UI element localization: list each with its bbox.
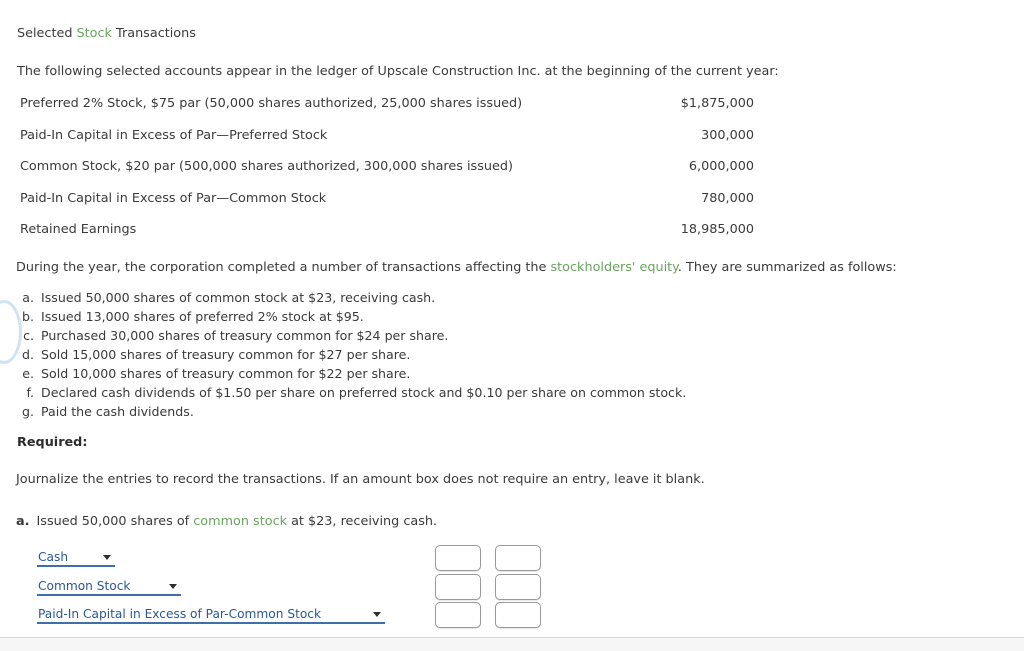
list-item: c. Purchased 30,000 shares of treasury c… [14,326,774,345]
list-item-letter: a. [22,290,34,305]
during-suffix: . They are summarized as follows: [677,260,897,275]
journal-entry-form: Cash Common Stock Paid-In Capital in Exc… [37,544,541,630]
list-item-text: Sold 10,000 shares of treasury common fo… [41,366,411,381]
intro-paragraph: The following selected accounts appear i… [17,64,779,79]
during-year-paragraph: During the year, the corporation complet… [16,260,897,275]
debit-input-3[interactable] [435,602,481,629]
account-value: $1,875,000 [680,96,754,111]
account-select-2[interactable]: Common Stock [37,577,181,596]
account-select-3-value: Paid-In Capital in Excess of Par-Common … [38,607,322,622]
table-row: Paid-In Capital in Excess of Par—Preferr… [20,128,754,160]
chevron-down-icon [169,583,177,589]
account-name: Retained Earnings [20,222,137,237]
table-row: Common Stock, $20 par (500,000 shares au… [20,159,754,191]
page-title-prefix: Selected [17,26,77,41]
part-a-highlight: common stock [193,514,288,529]
list-item: f. Declared cash dividends of $1.50 per … [14,383,774,402]
account-select-1[interactable]: Cash [37,549,115,568]
list-item-text: Sold 15,000 shares of treasury common fo… [41,347,411,362]
list-item-letter: g. [22,404,34,419]
list-item-letter: f. [26,385,34,400]
during-prefix: During the year, the corporation complet… [16,260,551,275]
account-name: Paid-In Capital in Excess of Par—Preferr… [20,127,328,143]
chevron-down-icon [373,612,381,618]
list-item-letter: e. [22,366,34,381]
account-select-2-value: Common Stock [38,578,131,593]
bottom-strip [0,638,1024,651]
table-row: Retained Earnings 18,985,000 [20,222,754,254]
account-name: Preferred 2% Stock, $75 par (50,000 shar… [20,96,523,111]
list-item-text: Issued 50,000 shares of common stock at … [41,290,436,305]
transaction-list: a. Issued 50,000 shares of common stock … [14,288,774,421]
worksheet-page: Selected Stock Transactions The followin… [0,0,1024,651]
part-a-suffix: at $23, receiving cash. [287,514,438,529]
credit-input-3[interactable] [495,602,541,629]
list-item: b. Issued 13,000 shares of preferred 2% … [14,307,774,326]
journal-row: Paid-In Capital in Excess of Par-Common … [37,601,541,630]
page-title: Selected Stock Transactions [17,26,196,41]
list-item: g. Paid the cash dividends. [14,402,774,421]
account-name: Common Stock, $20 par (500,000 shares au… [20,159,513,174]
debit-input-2[interactable] [435,573,481,600]
during-highlight: stockholders' equity [550,260,678,275]
list-item-text: Issued 13,000 shares of preferred 2% sto… [41,309,364,324]
list-item: d. Sold 15,000 shares of treasury common… [14,345,774,364]
account-select-3[interactable]: Paid-In Capital in Excess of Par-Common … [37,606,385,625]
table-row: Preferred 2% Stock, $75 par (50,000 shar… [20,96,754,128]
required-heading: Required: [17,435,88,450]
chevron-down-icon [103,555,111,561]
list-item-text: Declared cash dividends of $1.50 per sha… [41,385,687,400]
account-value: 300,000 [701,127,754,143]
account-select-1-value: Cash [38,550,69,565]
account-value: 780,000 [701,190,754,206]
page-title-highlight: Stock [76,26,112,41]
list-item-text: Paid the cash dividends. [41,404,194,419]
debit-input-1[interactable] [435,545,481,572]
part-a-prefix: Issued 50,000 shares of [36,514,194,529]
part-a-prompt: a. Issued 50,000 shares of common stock a… [16,514,437,529]
account-value: 18,985,000 [680,222,754,237]
part-a-letter: a. [16,514,30,529]
credit-input-2[interactable] [495,573,541,600]
journal-row: Cash [37,544,541,573]
journal-row: Common Stock [37,573,541,602]
table-row: Paid-In Capital in Excess of Par—Common … [20,191,754,223]
account-balances-table: Preferred 2% Stock, $75 par (50,000 shar… [20,96,754,254]
list-item: e. Sold 10,000 shares of treasury common… [14,364,774,383]
required-instructions: Journalize the entries to record the tra… [16,472,705,487]
account-value: 6,000,000 [688,159,754,174]
account-name: Paid-In Capital in Excess of Par—Common … [20,190,327,206]
list-item: a. Issued 50,000 shares of common stock … [14,288,774,307]
list-item-text: Purchased 30,000 shares of treasury comm… [41,328,449,343]
page-title-suffix: Transactions [111,26,196,41]
credit-input-1[interactable] [495,545,541,572]
